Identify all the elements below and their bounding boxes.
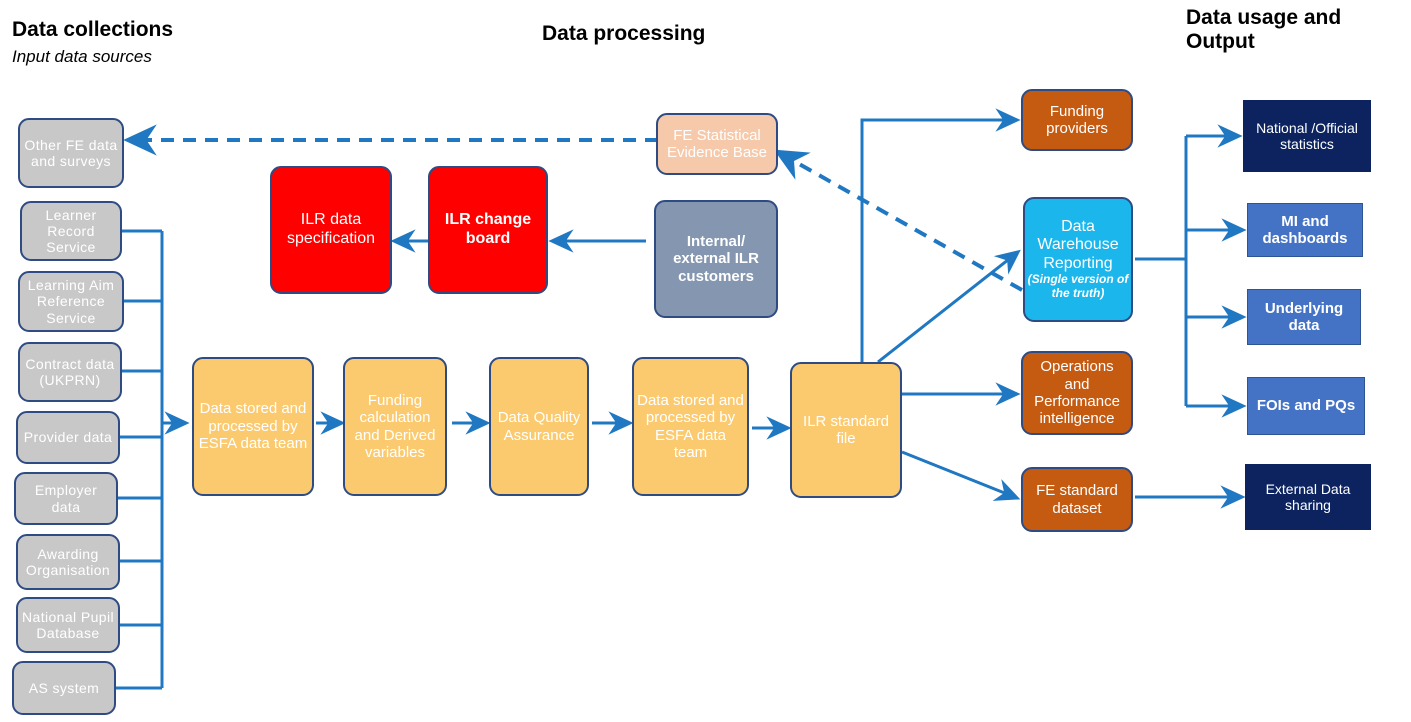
heading-data-usage-and-output: Data usage and Output [1186,6,1400,53]
subheading-input-data-sources: Input data sources [12,47,332,67]
node-awarding-organisation-label: Awarding Organisation [25,545,111,578]
node-learning-aim-reference-service[interactable]: Learning Aim Reference Service [18,271,124,332]
subheading-input-data-sources-text: Input data sources [12,47,152,66]
heading-data-collections-text: Data collections [12,18,174,41]
node-as-system-label: AS system [28,679,100,696]
node-other-fe-data-and-surveys-label: Other FE data and surveys [24,136,118,169]
node-data-quality-assurance-label: Data Quality Assurance [497,409,581,444]
heading-data-processing: Data processing [542,22,842,46]
node-external-data-sharing-label: External Data sharing [1265,480,1351,513]
node-funding-calculation-derived-variables-label: Funding calculation and Derived variable… [354,391,436,461]
node-data-stored-processed-esfa-2[interactable]: Data stored and processed by ESFA data t… [632,357,749,496]
node-contract-data-ukprn[interactable]: Contract data (UKPRN) [18,342,122,402]
node-mi-and-dashboards[interactable]: MI and dashboards [1247,203,1363,257]
node-external-data-sharing[interactable]: External Data sharing [1245,464,1371,530]
heading-data-collections: Data collections [12,18,332,42]
node-employer-data[interactable]: Employer data [14,472,118,525]
node-ilr-data-specification-label: ILR data specification [286,211,376,247]
node-other-fe-data-and-surveys[interactable]: Other FE data and surveys [18,118,124,188]
node-data-stored-processed-esfa-1[interactable]: Data stored and processed by ESFA data t… [192,357,314,496]
node-ilr-standard-file[interactable]: ILR standard file [790,362,902,498]
node-operations-and-performance-intelligence-label: Operations and Performance intelligence [1034,358,1120,428]
node-ilr-data-specification[interactable]: ILR data specification [270,166,392,294]
node-data-warehouse-reporting-note: (Single version of the truth) [1027,272,1129,301]
node-provider-data-label: Provider data [23,429,113,446]
node-as-system[interactable]: AS system [12,661,116,715]
node-fois-and-pqs[interactable]: FOIs and PQs [1247,377,1365,435]
node-national-official-statistics[interactable]: National /Official statistics [1243,100,1371,172]
node-funding-calculation-derived-variables[interactable]: Funding calculation and Derived variable… [343,357,447,496]
node-employer-data-label: Employer data [34,482,98,515]
node-fois-and-pqs-label: FOIs and PQs [1256,397,1356,415]
node-learner-record-service-label: Learner Record Service [45,206,97,256]
node-underlying-data[interactable]: Underlying data [1247,289,1361,345]
node-data-stored-processed-esfa-2-label: Data stored and processed by ESFA data t… [637,391,744,461]
node-fe-statistical-evidence-base-label: FE Statistical Evidence Base [666,126,768,161]
diagram-canvas: Data collections Input data sources Data… [0,0,1411,722]
node-data-stored-processed-esfa-1-label: Data stored and processed by ESFA data t… [198,400,308,453]
node-fe-standard-dataset[interactable]: FE standard dataset [1021,467,1133,532]
node-funding-providers[interactable]: Funding providers [1021,89,1133,151]
node-internal-external-ilr-customers-label: Internal/ external ILR customers [673,232,759,285]
node-data-quality-assurance[interactable]: Data Quality Assurance [489,357,589,496]
node-ilr-change-board-label: ILR change board [444,211,532,247]
node-national-pupil-database[interactable]: National Pupil Database [16,597,120,653]
node-fe-statistical-evidence-base[interactable]: FE Statistical Evidence Base [656,113,778,175]
node-national-official-statistics-label: National /Official statistics [1256,119,1358,152]
node-internal-external-ilr-customers[interactable]: Internal/ external ILR customers [654,200,778,318]
node-underlying-data-label: Underlying data [1264,299,1344,334]
heading-data-usage-and-output-text: Data usage and Output [1186,6,1342,53]
node-provider-data[interactable]: Provider data [16,411,120,464]
node-mi-and-dashboards-label: MI and dashboards [1262,212,1348,247]
heading-data-processing-text: Data processing [542,22,706,45]
node-data-warehouse-reporting[interactable]: Data Warehouse Reporting (Single version… [1023,197,1133,322]
node-ilr-change-board[interactable]: ILR change board [428,166,548,294]
node-funding-providers-label: Funding providers [1046,102,1108,137]
node-ilr-standard-file-label: ILR standard file [803,412,889,447]
node-operations-and-performance-intelligence[interactable]: Operations and Performance intelligence [1021,351,1133,435]
node-learner-record-service[interactable]: Learner Record Service [20,201,122,261]
node-contract-data-ukprn-label: Contract data (UKPRN) [25,355,115,388]
node-learning-aim-reference-service-label: Learning Aim Reference Service [27,277,115,326]
node-fe-standard-dataset-label: FE standard dataset [1036,482,1118,517]
node-awarding-organisation[interactable]: Awarding Organisation [16,534,120,590]
node-data-warehouse-reporting-label: Data Warehouse Reporting [1037,217,1119,272]
node-national-pupil-database-label: National Pupil Database [22,608,114,641]
